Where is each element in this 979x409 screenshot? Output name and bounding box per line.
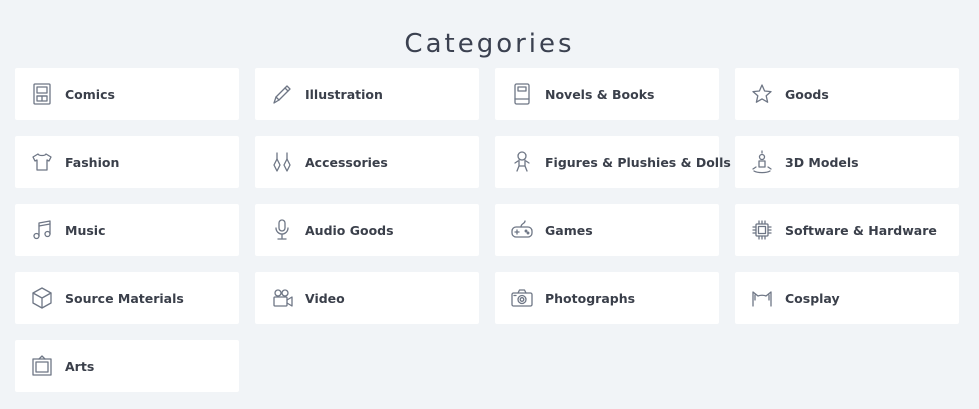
category-label: Video (305, 290, 345, 306)
category-card-3d-models[interactable]: 3D Models (735, 136, 959, 188)
category-label: Accessories (305, 154, 388, 170)
category-label: Goods (785, 86, 829, 102)
doll-icon (511, 150, 533, 174)
category-label: Software & Hardware (785, 222, 937, 238)
earrings-icon (271, 150, 293, 174)
category-label: Audio Goods (305, 222, 394, 238)
picture-frame-icon (31, 354, 53, 378)
3d-figure-icon (751, 150, 773, 174)
page-title: Categories (404, 29, 575, 60)
category-label: Comics (65, 86, 115, 102)
category-card-accessories[interactable]: Accessories (255, 136, 479, 188)
cat-ears-icon (751, 286, 773, 310)
comics-icon (31, 82, 53, 106)
category-card-goods[interactable]: Goods (735, 68, 959, 120)
category-label: Figures & Plushies & Dolls (545, 154, 731, 170)
category-card-comics[interactable]: Comics (15, 68, 239, 120)
category-label: Source Materials (65, 290, 184, 306)
microphone-icon (271, 218, 293, 242)
category-card-cosplay[interactable]: Cosplay (735, 272, 959, 324)
category-label: Novels & Books (545, 86, 655, 102)
camera-icon (511, 286, 533, 310)
book-icon (511, 82, 533, 106)
chip-icon (751, 218, 773, 242)
category-label: Music (65, 222, 106, 238)
category-label: Illustration (305, 86, 383, 102)
category-label: Games (545, 222, 593, 238)
category-card-illustration[interactable]: Illustration (255, 68, 479, 120)
category-card-music[interactable]: Music (15, 204, 239, 256)
category-card-video[interactable]: Video (255, 272, 479, 324)
category-label: Cosplay (785, 290, 840, 306)
category-card-games[interactable]: Games (495, 204, 719, 256)
category-card-novels-books[interactable]: Novels & Books (495, 68, 719, 120)
cube-icon (31, 286, 53, 310)
category-card-fashion[interactable]: Fashion (15, 136, 239, 188)
pencil-icon (271, 82, 293, 106)
category-label: Photographs (545, 290, 636, 306)
star-icon (751, 82, 773, 106)
category-label: 3D Models (785, 154, 859, 170)
category-label: Fashion (65, 154, 120, 170)
tshirt-icon (31, 150, 53, 174)
category-card-software-hardware[interactable]: Software & Hardware (735, 204, 959, 256)
music-note-icon (31, 218, 53, 242)
gamepad-icon (511, 218, 533, 242)
category-card-figures[interactable]: Figures & Plushies & Dolls (495, 136, 731, 188)
category-card-source-materials[interactable]: Source Materials (15, 272, 239, 324)
category-card-audio-goods[interactable]: Audio Goods (255, 204, 479, 256)
category-label: Arts (65, 358, 95, 374)
category-card-arts[interactable]: Arts (15, 340, 239, 392)
category-grid: Comics Illustration Novels & Books Goods… (15, 68, 959, 392)
category-card-photographs[interactable]: Photographs (495, 272, 719, 324)
video-camera-icon (271, 286, 293, 310)
